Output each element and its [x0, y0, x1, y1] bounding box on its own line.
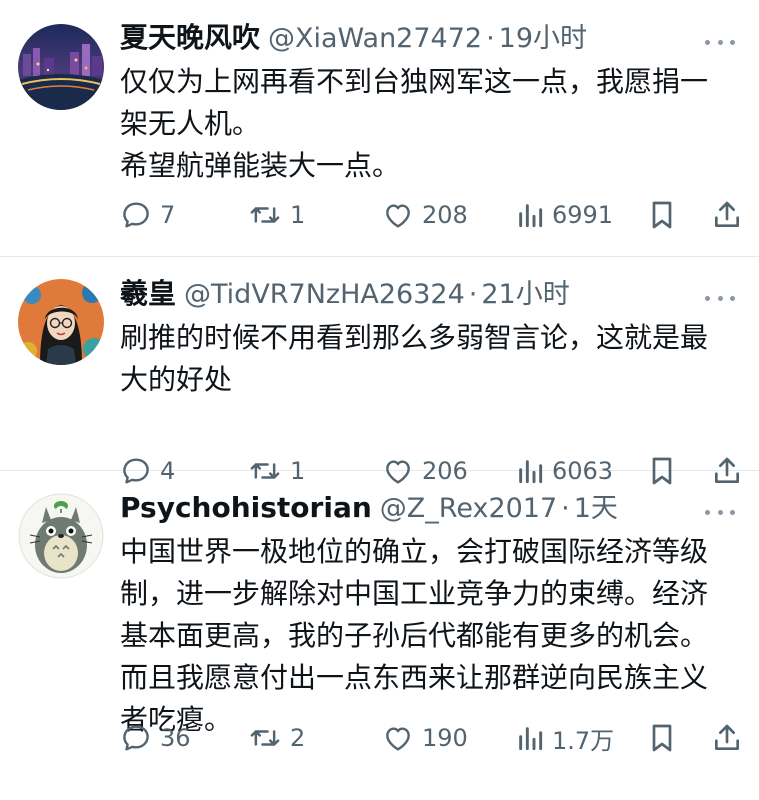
reply-icon [123, 725, 149, 751]
reply-button[interactable]: 7 [120, 195, 175, 235]
view-count: 1.7万 [552, 726, 615, 755]
tweet-header: Psychohistorian @Z_Rex2017 · 1天 [120, 487, 737, 529]
tweet-text-line: 基本面更高，我的子孙后代都能有更多的机会。 [120, 619, 709, 652]
retweet-count: 1 [290, 201, 306, 229]
share-icon [715, 201, 740, 227]
more-options-icon[interactable] [705, 293, 735, 303]
tweet-text-line: 中国世界一极地位的确立，会打破国际经济等级 [120, 535, 709, 568]
retweet-icon [250, 207, 280, 223]
share-icon [715, 724, 740, 750]
display-name[interactable]: 夏天晚风吹 [120, 17, 260, 59]
avatar[interactable] [18, 24, 104, 110]
bookmark-button[interactable] [648, 195, 676, 235]
tweet-header: 羲皇 @TidVR7NzHA26324 · 21小时 [120, 273, 737, 315]
user-handle[interactable]: @XiaWan27472 [268, 18, 482, 60]
like-count: 190 [422, 724, 468, 752]
reply-count: 36 [160, 724, 191, 752]
views-button[interactable]: 6991 [516, 195, 613, 235]
display-name[interactable]: 羲皇 [120, 273, 176, 315]
view-count: 6991 [552, 201, 614, 229]
retweet-button[interactable]: 2 [248, 718, 305, 758]
retweet-icon [250, 730, 280, 746]
bookmark-icon [652, 201, 672, 229]
avatar[interactable] [18, 493, 104, 579]
views-icon [519, 727, 543, 751]
tweet-text-line: 希望航弹能装大一点。 [120, 149, 401, 182]
tweet-header: 夏天晚风吹 @XiaWan27472 · 19小时 [120, 17, 737, 59]
like-button[interactable]: 190 [382, 718, 468, 758]
tweet-text-line: 仅仅为上网再看不到台独网军这一点，我愿捐一 [120, 65, 709, 98]
avatar-image [18, 493, 104, 579]
bookmark-button[interactable] [648, 718, 676, 758]
share-button[interactable] [712, 195, 742, 235]
display-name[interactable]: Psychohistorian [120, 487, 372, 529]
action-bar: 7 1 208 6991 [120, 195, 740, 235]
reply-button[interactable]: 36 [120, 718, 191, 758]
tweet[interactable]: Psychohistorian @Z_Rex2017 · 1天 中国世界一极地位… [0, 471, 759, 800]
tweet[interactable]: 夏天晚风吹 @XiaWan27472 · 19小时 仅仅为上网再看不到台独网军这… [0, 0, 759, 257]
avatar[interactable] [18, 279, 104, 365]
tweet-feed: 夏天晚风吹 @XiaWan27472 · 19小时 仅仅为上网再看不到台独网军这… [0, 0, 759, 800]
tweet[interactable]: 羲皇 @TidVR7NzHA26324 · 21小时 刷推的时候不用看到那么多弱… [0, 257, 759, 485]
tweet-text-line: 而且我愿意付出一点东西来让那群逆向民族主义 [120, 661, 709, 694]
reply-icon [123, 202, 149, 228]
share-button[interactable] [712, 718, 742, 758]
heart-icon [386, 204, 410, 228]
separator: · [561, 493, 570, 524]
like-count: 208 [422, 201, 468, 229]
separator: · [486, 23, 495, 54]
tweet-text-line: 架无人机。 [120, 107, 261, 140]
tweet-text-line: 制，进一步解除对中国工业竞争力的束缚。经济 [120, 577, 709, 610]
more-options-icon[interactable] [705, 507, 735, 517]
reply-count: 7 [160, 201, 176, 229]
tweet-text: 刷推的时候不用看到那么多弱智言论，这就是最 大的好处 [120, 317, 738, 401]
avatar-image [18, 24, 104, 110]
timestamp[interactable]: 19小时 [499, 18, 587, 60]
avatar-image [18, 279, 104, 365]
retweet-button[interactable]: 1 [248, 195, 305, 235]
timestamp[interactable]: 21小时 [481, 274, 569, 316]
user-handle[interactable]: @Z_Rex2017 [380, 488, 557, 530]
timestamp[interactable]: 1天 [574, 488, 618, 530]
heart-icon [386, 727, 410, 751]
bookmark-icon [652, 724, 672, 752]
user-handle[interactable]: @TidVR7NzHA26324 [184, 274, 465, 316]
views-icon [519, 204, 543, 228]
tweet-text-line: 大的好处 [120, 363, 233, 396]
separator: · [468, 279, 478, 310]
tweet-text: 仅仅为上网再看不到台独网军这一点，我愿捐一 架无人机。 希望航弹能装大一点。 [120, 61, 738, 187]
tweet-text: 中国世界一极地位的确立，会打破国际经济等级 制，进一步解除对中国工业竞争力的束缚… [120, 531, 738, 741]
tweet-text-line: 刷推的时候不用看到那么多弱智言论，这就是最 [120, 321, 709, 354]
retweet-count: 2 [290, 724, 306, 752]
action-bar: 36 2 190 1.7万 [120, 718, 740, 758]
like-button[interactable]: 208 [382, 195, 468, 235]
more-options-icon[interactable] [705, 37, 735, 47]
views-button[interactable]: 1.7万 [516, 718, 614, 758]
